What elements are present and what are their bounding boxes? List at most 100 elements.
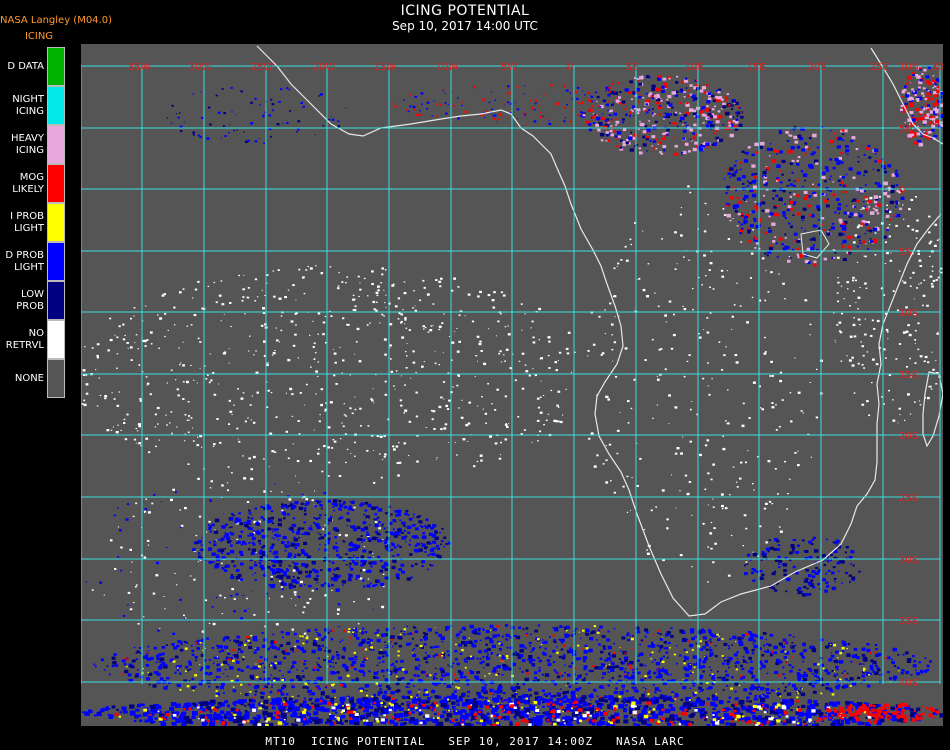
icing-pixel xyxy=(166,710,170,713)
icing-pixel xyxy=(808,699,812,702)
icing-pixel xyxy=(851,364,855,367)
icing-pixel xyxy=(594,666,599,670)
icing-pixel xyxy=(813,700,818,704)
icing-pixel xyxy=(237,723,244,726)
icing-pixel xyxy=(145,305,147,307)
icing-pixel xyxy=(394,305,398,308)
icing-pixel xyxy=(522,659,526,662)
icing-pixel xyxy=(438,280,442,283)
icing-pixel xyxy=(335,588,340,592)
icing-pixel xyxy=(579,637,582,640)
icing-pixel xyxy=(837,300,840,303)
icing-pixel xyxy=(216,644,219,647)
icing-pixel xyxy=(302,703,308,708)
icing-pixel xyxy=(532,341,536,344)
icing-pixel xyxy=(709,674,712,677)
icing-pixel xyxy=(536,419,540,422)
icing-pixel xyxy=(413,290,415,292)
icing-pixel xyxy=(462,438,466,441)
icing-pixel xyxy=(135,442,137,444)
icing-pixel xyxy=(571,662,574,665)
icing-pixel xyxy=(131,561,133,563)
icing-pixel xyxy=(404,670,408,674)
icing-pixel xyxy=(725,678,729,681)
icing-pixel xyxy=(257,296,259,298)
icing-pixel xyxy=(464,712,469,716)
icing-pixel xyxy=(247,287,250,289)
icing-pixel xyxy=(303,697,306,700)
icing-pixel xyxy=(532,336,535,339)
icing-pixel xyxy=(892,399,894,401)
icing-pixel xyxy=(313,711,319,716)
icing-pixel xyxy=(256,718,260,721)
icing-pixel xyxy=(297,420,300,422)
icing-pixel xyxy=(816,676,819,679)
icing-pixel xyxy=(322,333,325,336)
icing-pixel xyxy=(242,540,246,544)
icing-pixel xyxy=(884,241,887,244)
icing-pixel xyxy=(333,440,337,443)
icing-pixel xyxy=(294,313,297,315)
icing-pixel xyxy=(250,468,253,471)
icing-pixel xyxy=(552,661,556,664)
icing-pixel xyxy=(225,657,229,660)
icing-pixel xyxy=(268,677,271,680)
icing-pixel xyxy=(620,259,623,261)
icing-pixel xyxy=(703,230,707,233)
icing-pixel xyxy=(275,327,277,329)
icing-pixel xyxy=(284,549,287,552)
icing-pixel xyxy=(830,722,836,726)
icing-pixel xyxy=(563,695,568,699)
icing-pixel xyxy=(178,291,182,294)
icing-pixel xyxy=(455,700,458,703)
icing-pixel xyxy=(292,569,296,572)
icing-pixel xyxy=(732,635,737,640)
icing-pixel xyxy=(397,297,401,300)
icing-pixel xyxy=(605,481,609,484)
icing-pixel xyxy=(507,697,512,701)
icing-pixel xyxy=(261,567,265,571)
icing-pixel xyxy=(154,717,158,720)
icing-pixel xyxy=(413,516,415,518)
icing-pixel xyxy=(920,669,924,673)
icing-pixel xyxy=(253,685,259,690)
icing-pixel xyxy=(230,532,235,536)
icing-pixel xyxy=(663,640,668,644)
icing-pixel xyxy=(113,398,116,400)
icing-pixel xyxy=(620,661,623,664)
icing-pixel xyxy=(338,574,342,577)
icing-pixel xyxy=(728,647,731,650)
icing-pixel xyxy=(376,629,380,632)
icing-pixel xyxy=(341,715,346,719)
icing-pixel xyxy=(255,551,257,553)
icing-pixel xyxy=(491,644,496,648)
icing-pixel xyxy=(360,559,365,563)
icing-pixel xyxy=(339,641,342,643)
icing-pixel xyxy=(337,285,340,287)
legend-swatch xyxy=(47,86,65,125)
icing-pixel xyxy=(296,640,300,643)
icing-pixel xyxy=(690,630,693,632)
icing-pixel xyxy=(426,654,431,658)
icing-pixel xyxy=(626,672,630,675)
icing-pixel xyxy=(208,672,213,675)
icing-pixel xyxy=(354,655,358,659)
icing-pixel xyxy=(564,664,566,666)
icing-pixel xyxy=(639,663,644,667)
icing-pixel xyxy=(561,656,566,660)
icing-pixel xyxy=(458,407,460,409)
icing-pixel xyxy=(922,294,926,297)
icing-pixel xyxy=(445,543,448,545)
icing-pixel xyxy=(483,362,487,366)
icing-pixel xyxy=(390,513,393,516)
icing-pixel xyxy=(330,583,334,587)
icing-pixel xyxy=(151,502,154,505)
icing-pixel xyxy=(825,682,830,686)
icing-pixel xyxy=(256,647,260,650)
icing-pixel xyxy=(398,713,404,718)
icing-pixel xyxy=(683,660,686,662)
icing-pixel xyxy=(246,296,248,298)
icing-pixel xyxy=(271,663,276,668)
icing-pixel xyxy=(85,392,89,395)
icing-pixel xyxy=(790,709,793,712)
